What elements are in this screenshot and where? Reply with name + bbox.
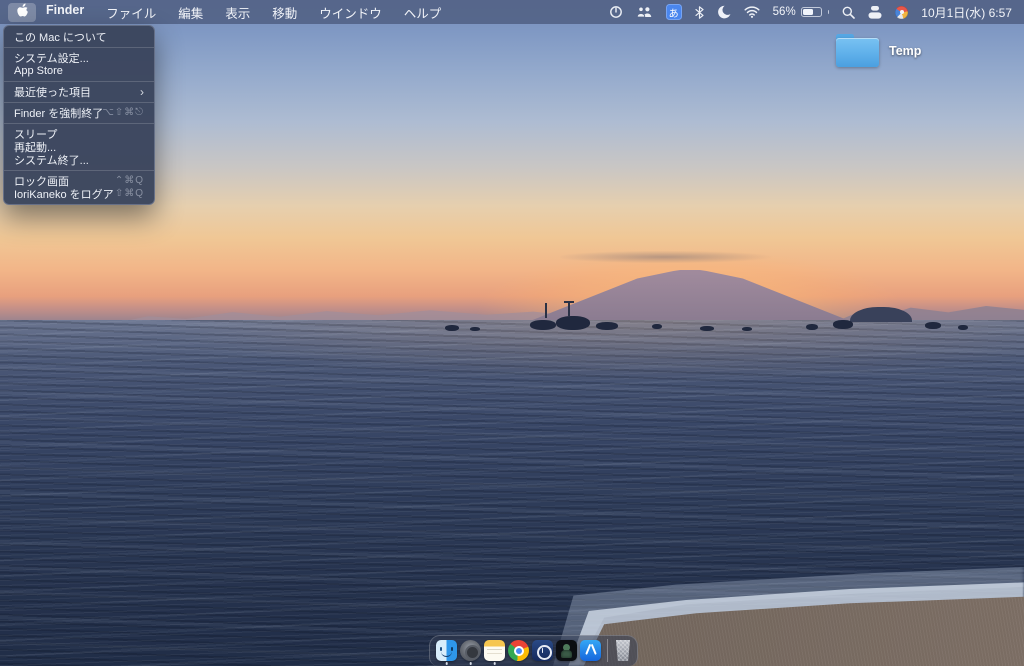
rock — [652, 324, 662, 329]
menubar-menu-2[interactable]: 編集 — [167, 3, 214, 22]
dock-app-store-icon[interactable] — [580, 640, 601, 661]
running-indicator-dot — [493, 662, 496, 665]
apple-menu-item[interactable]: この Mac について — [4, 30, 154, 43]
desktop-folder-temp[interactable]: Temp — [836, 34, 921, 67]
apple-logo-icon — [16, 3, 29, 21]
rock — [925, 322, 941, 329]
apple-menu-button[interactable] — [8, 3, 36, 22]
rock — [833, 320, 853, 329]
dock-notes-icon[interactable] — [484, 640, 505, 661]
apple-menu-item-label: IoriKaneko をログアウト... — [14, 186, 115, 202]
running-indicator-dot — [445, 662, 448, 665]
ime-input-icon[interactable]: あ — [666, 4, 682, 20]
dock-trash-icon[interactable] — [614, 640, 631, 661]
battery-status[interactable]: 56% — [773, 6, 830, 18]
desktop: Temp Finderファイル編集表示移動ウインドウヘルプ — [0, 0, 1024, 666]
menubar-menu-5[interactable]: ウインドウ — [308, 3, 393, 22]
rock — [806, 324, 818, 330]
apple-menu-item-label: システム設定... — [14, 50, 144, 66]
apple-menu-item-label: システム終了... — [14, 152, 144, 168]
dark-samurai-app-app-glyph — [556, 640, 577, 661]
apple-menu-item[interactable]: システム設定... — [4, 51, 154, 64]
bluetooth-icon[interactable] — [695, 6, 704, 19]
rock — [596, 322, 618, 330]
people-sharing-icon[interactable] — [636, 6, 653, 18]
dock-finder-icon[interactable] — [436, 640, 457, 661]
lighthouse-silhouette — [545, 303, 547, 318]
apple-menu-item[interactable]: App Store — [4, 64, 154, 77]
finder-app-glyph — [436, 640, 457, 661]
menubar-menu-6[interactable]: ヘルプ — [393, 3, 453, 22]
running-indicator-dot — [469, 662, 472, 665]
app-store-app-glyph — [580, 640, 601, 661]
menubar-status-area: あ 56% — [609, 4, 1012, 21]
menu-separator — [4, 47, 154, 48]
menu-separator — [4, 81, 154, 82]
focus-moon-icon[interactable] — [717, 5, 731, 19]
battery-percent-label: 56% — [773, 6, 796, 18]
spotlight-search-icon[interactable] — [842, 6, 855, 19]
dock-system-settings-icon[interactable] — [460, 640, 481, 661]
rock — [742, 327, 752, 331]
menu-separator — [4, 102, 154, 103]
apple-menu: この Mac についてシステム設定...App Store 最近使った項目› Fin… — [3, 25, 155, 205]
dock-onepassword-icon[interactable] — [532, 640, 553, 661]
battery-icon — [801, 7, 822, 18]
menu-item-shortcut: ⇧⌘Q — [115, 188, 144, 199]
apple-menu-item[interactable]: IoriKaneko をログアウト...⇧⌘Q — [4, 187, 154, 200]
apple-menu-item[interactable]: 最近使った項目› — [4, 85, 154, 98]
trash-app-glyph — [615, 640, 631, 661]
menubar-menu-appname[interactable]: Finder — [36, 3, 95, 22]
menu-separator — [4, 170, 154, 171]
menu-bar: Finderファイル編集表示移動ウインドウヘルプ あ — [0, 0, 1024, 24]
menubar-left: Finderファイル編集表示移動ウインドウヘルプ — [8, 3, 452, 22]
folder-body — [836, 38, 879, 67]
chrome-app-glyph — [508, 640, 529, 661]
utility-dial-icon[interactable] — [609, 5, 623, 19]
folder-icon — [836, 34, 879, 67]
dock-chrome-icon[interactable] — [508, 640, 529, 661]
apple-menu-item-label: App Store — [14, 65, 144, 77]
apple-menu-item-label: Finder を強制終了 — [14, 105, 102, 121]
rock — [470, 327, 480, 331]
menubar-clock[interactable]: 10月1日(水) 6:57 — [921, 4, 1012, 21]
rock — [958, 325, 968, 330]
apple-menu-item-label: この Mac について — [14, 29, 144, 45]
dock — [429, 635, 638, 666]
battery-nub — [828, 10, 830, 14]
submenu-chevron-icon: › — [140, 87, 144, 97]
apple-menu-item-label: 最近使った項目 — [14, 84, 140, 100]
pinwheel-app-icon[interactable] — [895, 6, 908, 19]
menubar-menus: Finderファイル編集表示移動ウインドウヘルプ — [36, 3, 452, 22]
folder-label: Temp — [889, 44, 921, 58]
notes-app-glyph — [484, 640, 505, 661]
cloud-streak — [560, 248, 820, 266]
menu-item-shortcut: ⌃⌘Q — [115, 175, 144, 186]
onepassword-app-glyph — [532, 640, 553, 661]
dock-dark-samurai-app-icon[interactable] — [556, 640, 577, 661]
apple-menu-item[interactable]: Finder を強制終了⌥⇧⌘⎋ — [4, 106, 154, 119]
rock — [700, 326, 714, 331]
dock-separator — [607, 639, 608, 662]
torii-crossbar — [564, 301, 574, 303]
menu-separator — [4, 123, 154, 124]
rock — [556, 316, 590, 330]
menubar-menu-1[interactable]: ファイル — [95, 3, 167, 22]
menubar-menu-3[interactable]: 表示 — [214, 3, 261, 22]
wifi-icon[interactable] — [744, 6, 760, 18]
menu-item-shortcut: ⌥⇧⌘⎋ — [102, 107, 144, 118]
rock — [530, 320, 556, 330]
apple-menu-item[interactable]: システム終了... — [4, 153, 154, 166]
control-center-icon[interactable] — [868, 6, 882, 19]
system-settings-app-glyph — [460, 640, 481, 661]
rock — [445, 325, 459, 331]
torii-silhouette — [568, 301, 570, 316]
menubar-menu-4[interactable]: 移動 — [261, 3, 308, 22]
